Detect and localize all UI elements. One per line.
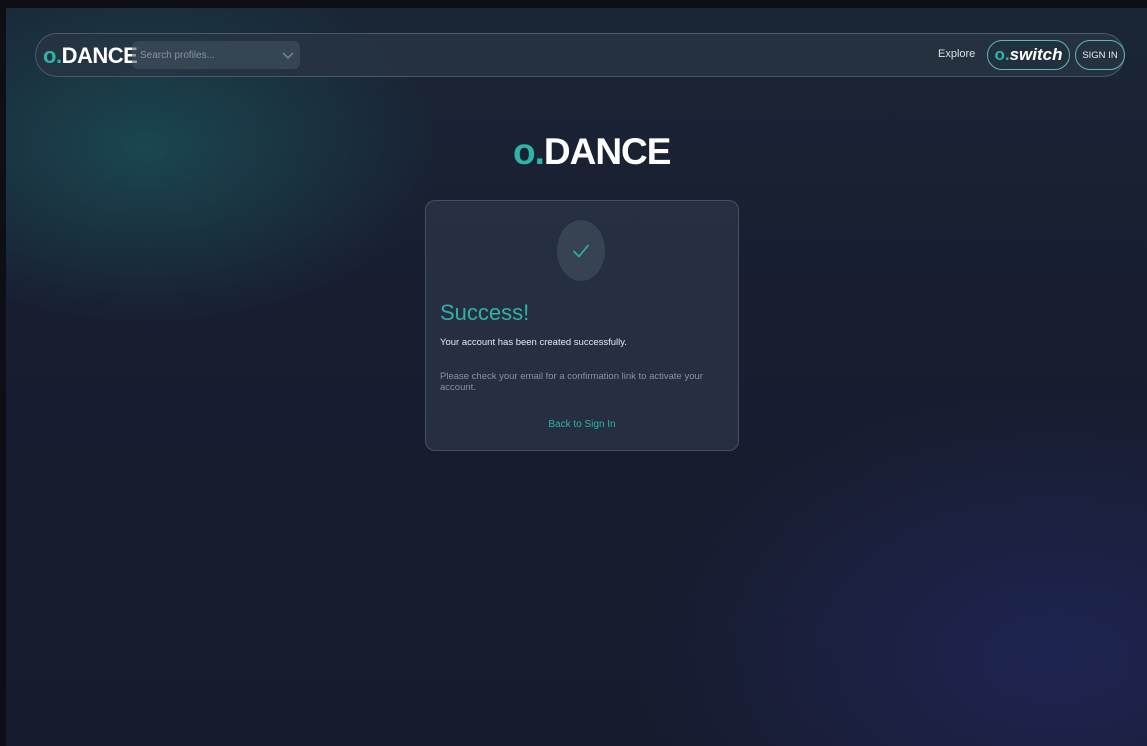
sign-in-button[interactable]: SIGN IN xyxy=(1075,40,1125,70)
search-input[interactable] xyxy=(132,41,272,69)
center-logo: o. DANCE xyxy=(513,131,672,172)
success-title: Success! xyxy=(440,300,530,325)
center-logo-name: DANCE xyxy=(543,131,672,172)
center-logo-prefix: o. xyxy=(513,131,545,172)
chevron-down-icon[interactable] xyxy=(280,47,296,63)
back-to-sign-in-link[interactable]: Back to Sign In xyxy=(426,419,738,430)
page-viewport: o.DANCE Explore o.switch SIGN IN o.DANCE xyxy=(6,8,1147,746)
switch-button-prefix: o. xyxy=(994,45,1010,64)
switch-button[interactable]: o. switch xyxy=(987,40,1070,70)
success-message: Your account has been created successful… xyxy=(440,337,627,348)
brand-logo-prefix: o. xyxy=(43,43,62,68)
browser-frame: o.DANCE Explore o.switch SIGN IN o.DANCE xyxy=(0,0,1147,746)
brand-logo[interactable]: o. DANCE xyxy=(43,43,138,69)
search-box xyxy=(132,41,300,69)
brand-logo-name: DANCE xyxy=(61,43,138,68)
check-icon xyxy=(557,220,605,281)
success-card: Success! Your account has been created s… xyxy=(425,200,739,451)
switch-button-label: switch xyxy=(1009,45,1063,64)
confirmation-note: Please check your email for a confirmati… xyxy=(440,371,703,393)
top-navbar: o.DANCE Explore o.switch SIGN IN xyxy=(35,33,1125,77)
explore-link[interactable]: Explore xyxy=(938,48,975,60)
